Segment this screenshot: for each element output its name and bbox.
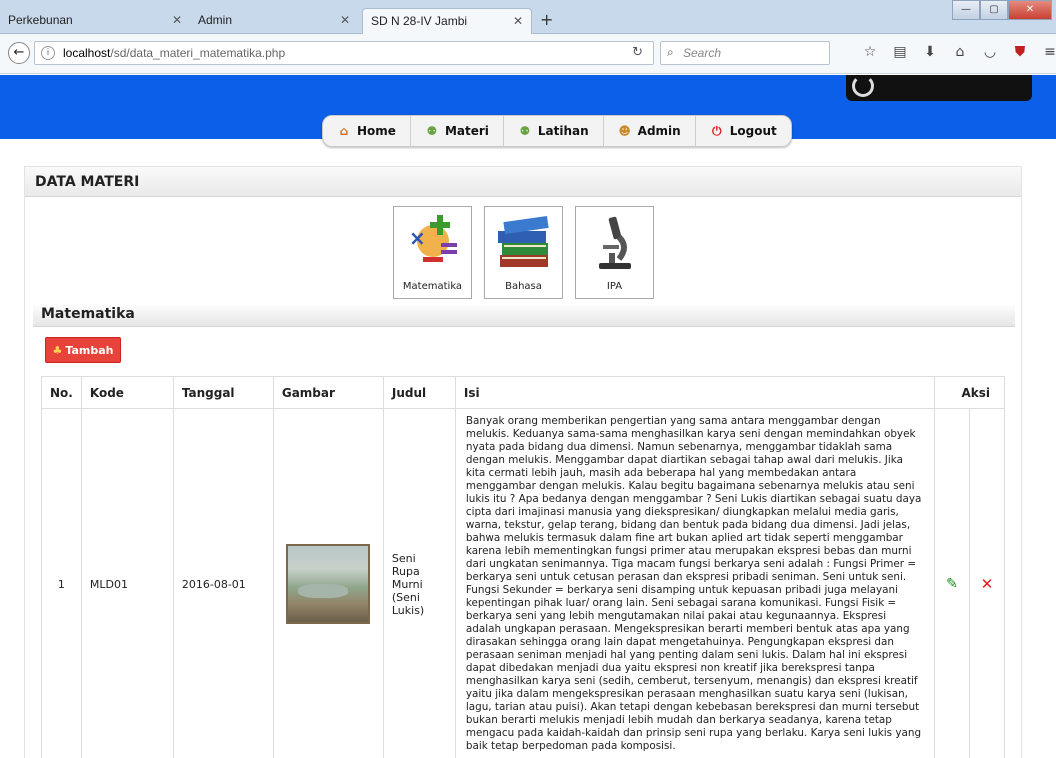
back-arrow-icon[interactable]: ← — [8, 42, 30, 64]
col-judul: Judul — [382, 376, 456, 409]
url-host: localhost — [63, 46, 111, 60]
shield-icon[interactable]: ⛊ — [1012, 42, 1028, 62]
browser-tab-sd[interactable]: SD N 28-IV Jambi ✕ — [362, 8, 532, 34]
delete-x-icon[interactable]: ✕ — [981, 575, 994, 593]
menu-label: Materi — [444, 124, 489, 138]
menu-label: Logout — [729, 124, 777, 138]
add-user-icon: ♣ — [52, 343, 63, 357]
user-icon: ☻ — [618, 124, 631, 138]
cell-isi: Banyak orang memberikan pengertian yang … — [454, 408, 936, 758]
category-ipa[interactable]: IPA — [575, 206, 654, 299]
col-isi: Isi — [454, 376, 936, 409]
category-selector: × Matematika Bahasa IPA — [393, 206, 654, 299]
browser-tab-perkebunan[interactable]: Perkebunan ✕ — [0, 8, 190, 34]
close-icon[interactable]: ✕ — [340, 13, 350, 27]
menu-logout[interactable]: ⏻ Logout — [696, 116, 791, 146]
minimize-icon[interactable]: — — [952, 0, 980, 20]
landscape-painting-thumbnail[interactable] — [286, 544, 371, 624]
menu-label: Admin — [637, 124, 681, 138]
search-input[interactable]: ⌕ Search — [660, 41, 830, 65]
tab-label: Perkebunan — [8, 13, 73, 27]
cell-delete: ✕ — [969, 408, 1005, 758]
category-label: Matematika — [402, 281, 463, 292]
category-matematika[interactable]: × Matematika — [393, 206, 472, 299]
main-menu: ⌂ Home ⚉ Materi ⚉ Latihan ☻ Admin ⏻ Logo… — [322, 115, 792, 147]
math-icon: × — [401, 213, 465, 271]
web-page: ⌂ Home ⚉ Materi ⚉ Latihan ☻ Admin ⏻ Logo… — [0, 75, 1056, 758]
col-tanggal: Tanggal — [172, 376, 274, 409]
menu-admin[interactable]: ☻ Admin — [604, 116, 696, 146]
url-text: localhost/sd/data_materi_matematika.php — [63, 46, 285, 60]
close-icon[interactable]: ✕ — [172, 13, 182, 27]
browser-nav-bar: ← i localhost/sd/data_materi_matematika.… — [0, 34, 1056, 74]
reload-icon[interactable]: ↻ — [632, 45, 643, 60]
section-title: Matematika — [33, 303, 1015, 327]
table-header-row: No. Kode Tanggal Gambar Judul Isi Aksi — [41, 376, 1005, 409]
close-icon[interactable]: ✕ — [513, 14, 523, 28]
tab-label: Admin — [198, 13, 233, 27]
users-icon: ⚉ — [519, 124, 531, 138]
cell-tanggal: 2016-08-01 — [172, 408, 274, 758]
col-gambar: Gambar — [272, 376, 384, 409]
browser-tab-admin[interactable]: Admin ✕ — [190, 8, 358, 34]
cell-no: 1 — [41, 408, 82, 758]
download-icon[interactable]: ⬇ — [922, 42, 938, 62]
menu-latihan[interactable]: ⚉ Latihan — [504, 116, 604, 146]
cell-judul: Seni Rupa Murni (Seni Lukis) — [382, 408, 456, 758]
browser-tab-bar: Perkebunan ✕ Admin ✕ SD N 28-IV Jambi ✕ … — [0, 0, 1056, 34]
svg-text:×: × — [409, 226, 426, 250]
col-kode: Kode — [80, 376, 174, 409]
logo — [846, 75, 1032, 101]
data-materi-panel: DATA MATERI × Matematika Bahasa IPA Mate… — [24, 166, 1022, 758]
add-button-label: Tambah — [65, 343, 114, 357]
category-label: IPA — [606, 281, 623, 292]
power-icon: ⏻ — [711, 124, 722, 138]
reading-list-icon[interactable]: ▤ — [892, 42, 908, 62]
maximize-icon[interactable]: ▢ — [980, 0, 1008, 20]
users-icon: ⚉ — [426, 124, 438, 138]
menu-label: Latihan — [537, 124, 589, 138]
menu-icon[interactable]: ≡ — [1042, 42, 1056, 62]
materi-table: No. Kode Tanggal Gambar Judul Isi Aksi 1… — [41, 376, 1005, 758]
books-icon — [492, 213, 556, 271]
col-no: No. — [41, 376, 82, 409]
info-icon[interactable]: i — [41, 46, 55, 60]
category-label: Bahasa — [505, 281, 542, 292]
menu-label: Home — [357, 124, 396, 138]
panel-title: DATA MATERI — [25, 167, 1021, 197]
home-icon: ⌂ — [339, 124, 349, 138]
cell-edit: ✎ — [934, 408, 970, 758]
url-path: /sd/data_materi_matematika.php — [110, 46, 286, 60]
microscope-icon — [583, 213, 647, 271]
category-bahasa[interactable]: Bahasa — [484, 206, 563, 299]
tab-label: SD N 28-IV Jambi — [371, 14, 468, 28]
table-row: 1 MLD01 2016-08-01 Seni Rupa Murni (Seni… — [41, 408, 1005, 758]
cell-gambar — [272, 408, 384, 758]
menu-materi[interactable]: ⚉ Materi — [411, 116, 504, 146]
logo-mark — [852, 75, 874, 97]
menu-home[interactable]: ⌂ Home — [323, 116, 411, 146]
search-icon: ⌕ — [667, 45, 674, 59]
new-tab-icon[interactable]: + — [540, 10, 553, 29]
search-placeholder: Search — [683, 46, 722, 60]
window-controls: — ▢ ✕ — [952, 0, 1052, 20]
pocket-icon[interactable]: ◡ — [982, 42, 998, 62]
edit-pencil-icon[interactable]: ✎ — [946, 576, 958, 592]
bookmark-star-icon[interactable]: ☆ — [862, 42, 878, 62]
col-aksi: Aksi — [934, 376, 1005, 409]
add-button[interactable]: ♣ Tambah — [45, 337, 121, 363]
home-icon[interactable]: ⌂ — [952, 42, 968, 62]
url-bar[interactable]: i localhost/sd/data_materi_matematika.ph… — [34, 41, 654, 65]
toolbar-icons: ☆ ▤ ⬇ ⌂ ◡ ⛊ ≡ — [862, 42, 1056, 62]
cell-kode: MLD01 — [80, 408, 174, 758]
window-close-icon[interactable]: ✕ — [1008, 0, 1052, 20]
